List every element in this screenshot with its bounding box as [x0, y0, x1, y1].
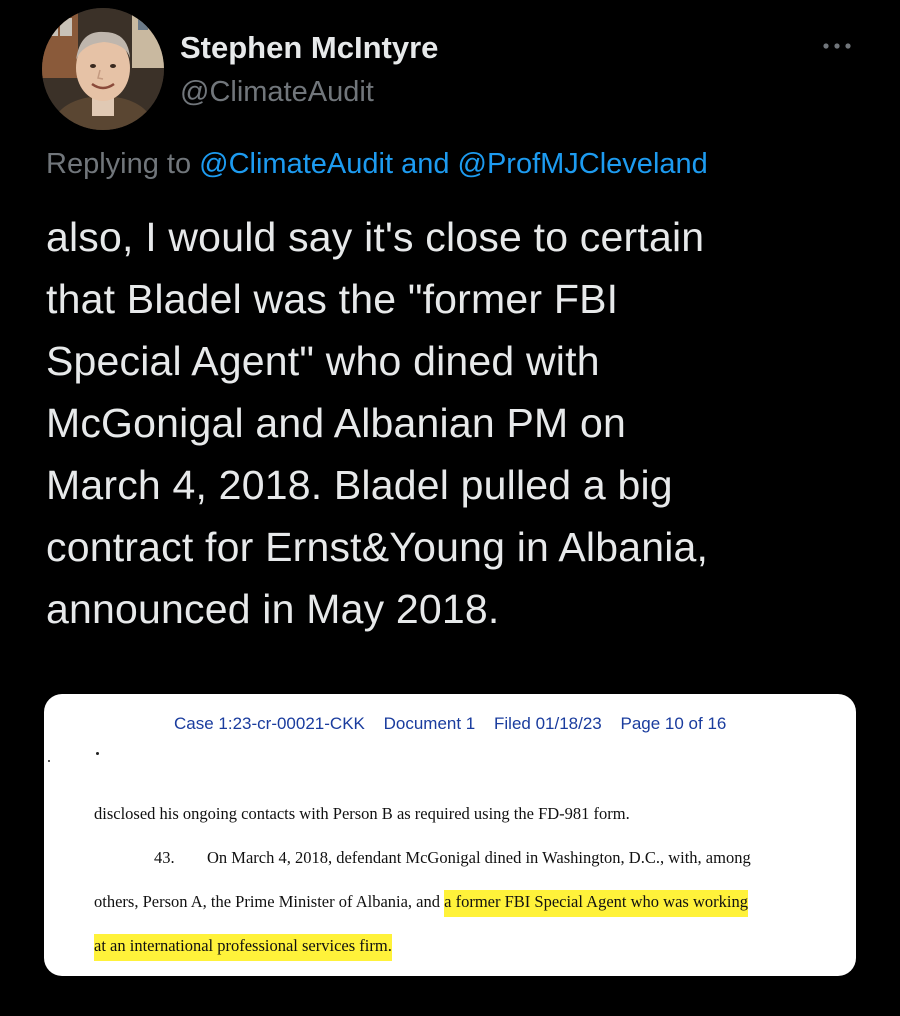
- court-document-header: Case 1:23-cr-00021-CKK Document 1 Filed …: [174, 714, 740, 734]
- doc-case-number: Case 1:23-cr-00021-CKK: [174, 714, 365, 733]
- tweet-text-line: also, I would say it's close to certain: [46, 214, 705, 260]
- tweet-text-line: March 4, 2018. Bladel pulled a big: [46, 462, 673, 508]
- doc-document-number: Document 1: [383, 714, 476, 733]
- doc-paragraph-number: 43.: [154, 848, 175, 867]
- tweet-text-line: announced in May 2018.: [46, 586, 500, 632]
- scan-speck: [48, 760, 50, 762]
- more-horizontal-icon[interactable]: [817, 36, 857, 56]
- reply-context: Replying to @ClimateAudit and @ProfMJCle…: [46, 148, 708, 181]
- mention-link-climateaudit[interactable]: @ClimateAudit: [199, 148, 393, 180]
- author-handle[interactable]: @ClimateAudit: [180, 76, 374, 109]
- doc-highlighted-text: a former FBI Special Agent who was worki…: [444, 890, 748, 917]
- tweet-text-line: that Bladel was the "former FBI: [46, 276, 619, 322]
- avatar[interactable]: [42, 8, 164, 130]
- tweet-text-line: Special Agent" who dined with: [46, 338, 600, 384]
- doc-page-number: Page 10 of 16: [620, 714, 727, 733]
- mention-link-profmjcleveland[interactable]: @ProfMJCleveland: [458, 148, 708, 180]
- doc-line-1: disclosed his ongoing contacts with Pers…: [94, 804, 630, 823]
- doc-filed-date: Filed 01/18/23: [494, 714, 602, 733]
- reply-context-joiner: and: [401, 148, 450, 180]
- author-display-name[interactable]: Stephen McIntyre: [180, 30, 438, 66]
- reply-context-prefix: Replying to: [46, 148, 192, 180]
- tweet-text: also, I would say it's close to certain …: [46, 206, 866, 640]
- doc-line-3-text: others, Person A, the Prime Minister of …: [94, 892, 445, 911]
- attached-document-image[interactable]: Case 1:23-cr-00021-CKK Document 1 Filed …: [44, 694, 856, 976]
- avatar-photo: [42, 8, 164, 130]
- tweet-text-line: McGonigal and Albanian PM on: [46, 400, 626, 446]
- tweet-text-line: contract for Ernst&Young in Albania,: [46, 524, 709, 570]
- doc-line-2: On March 4, 2018, defendant McGonigal di…: [207, 848, 751, 867]
- scan-speck: [96, 752, 99, 755]
- doc-line-3: others, Person A, the Prime Minister of …: [94, 890, 748, 917]
- doc-line-4: at an international professional service…: [94, 934, 392, 961]
- doc-highlighted-text: at an international professional service…: [94, 934, 392, 961]
